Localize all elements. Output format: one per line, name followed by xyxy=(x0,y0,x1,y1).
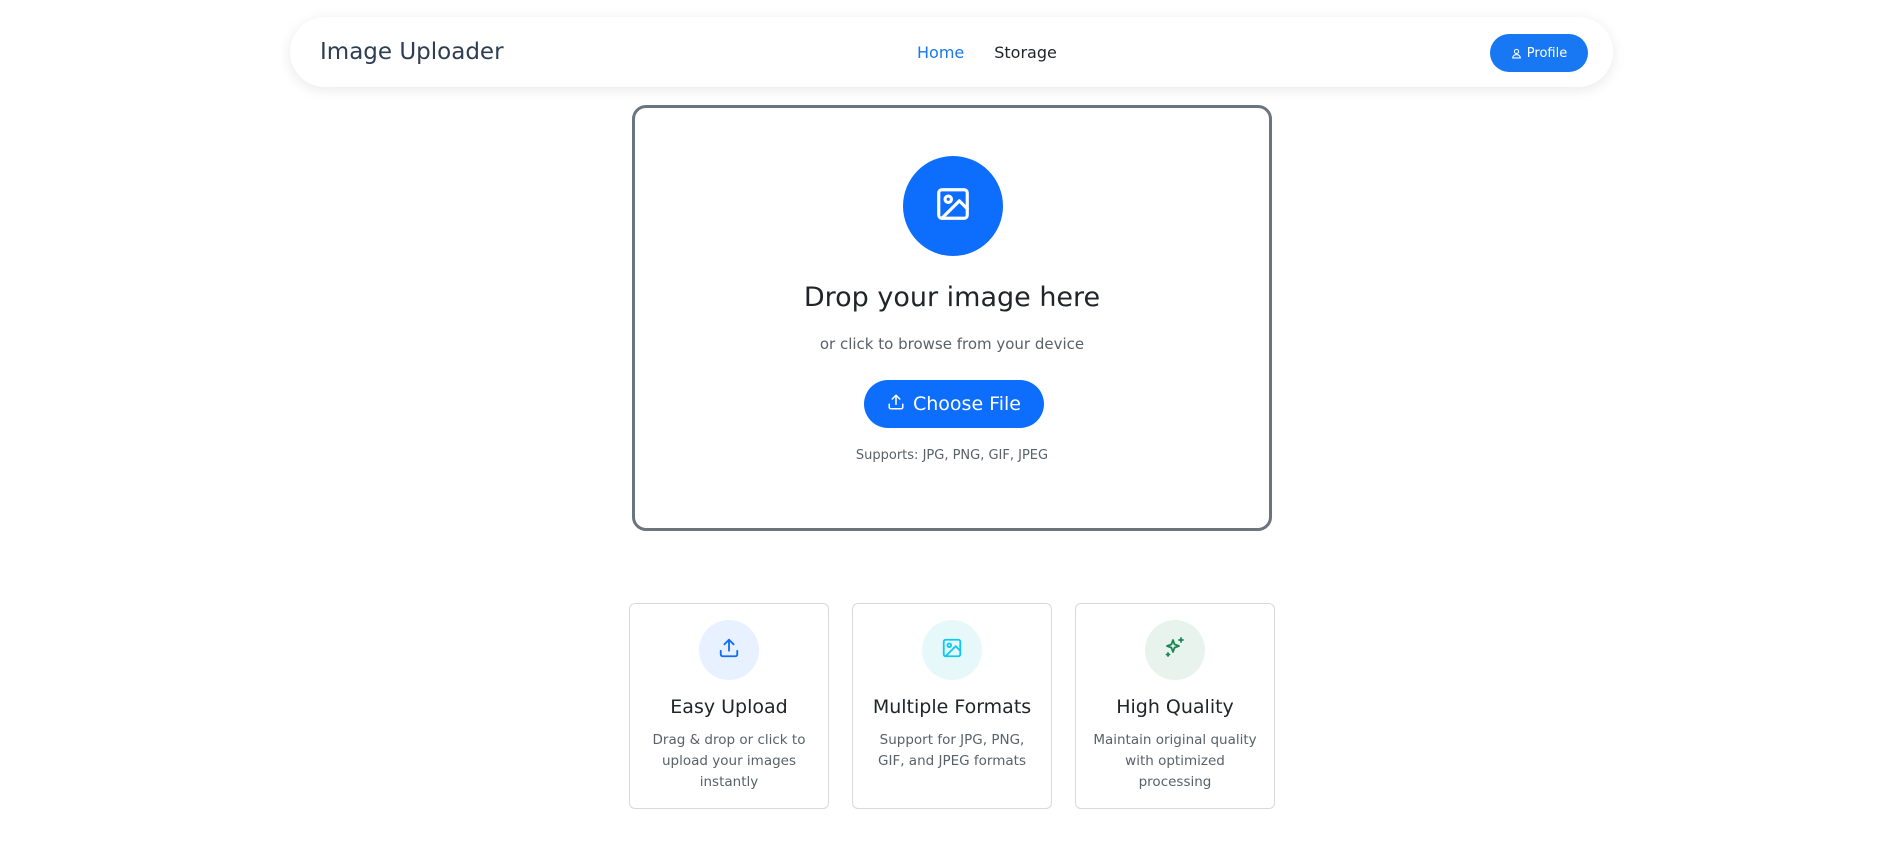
sparkles-icon xyxy=(1163,636,1187,664)
feature-icon-circle xyxy=(1145,620,1205,680)
feature-icon-circle xyxy=(922,620,982,680)
feature-description: Support for JPG, PNG, GIF, and JPEG form… xyxy=(878,732,1026,769)
upload-icon xyxy=(887,393,905,416)
supported-formats-text: Supports: JPG, PNG, GIF, JPEG xyxy=(855,448,1049,463)
image-icon xyxy=(934,185,972,227)
nav-link-home[interactable]: Home xyxy=(917,43,964,62)
dropzone-title: Drop your image here xyxy=(803,282,1101,313)
feature-title: Multiple Formats xyxy=(872,696,1032,718)
choose-file-label: Choose File xyxy=(913,393,1021,415)
profile-button[interactable]: Profile xyxy=(1490,34,1588,72)
feature-card-high-quality: High Quality Maintain original quality w… xyxy=(1075,603,1275,809)
dropzone-icon-circle xyxy=(903,156,1003,256)
feature-card-easy-upload: Easy Upload Drag & drop or click to uplo… xyxy=(629,603,829,809)
nav-links: Home Storage xyxy=(917,17,1057,87)
nav-link-storage[interactable]: Storage xyxy=(994,43,1057,62)
brand-title[interactable]: Image Uploader xyxy=(320,17,504,87)
feature-card-multiple-formats: Multiple Formats Support for JPG, PNG, G… xyxy=(852,603,1052,809)
upload-dropzone[interactable]: Drop your image here or click to browse … xyxy=(632,105,1272,531)
dropzone-subtitle: or click to browse from your device xyxy=(819,335,1085,353)
user-icon xyxy=(1511,48,1522,59)
feature-title: Easy Upload xyxy=(670,696,788,718)
choose-file-button[interactable]: Choose File xyxy=(864,380,1044,428)
upload-icon xyxy=(718,637,740,663)
navbar: Image Uploader Home Storage Profile xyxy=(290,17,1613,87)
feature-description: Maintain original quality with optimized… xyxy=(1093,732,1257,790)
feature-icon-circle xyxy=(699,620,759,680)
feature-description: Drag & drop or click to upload your imag… xyxy=(652,732,806,790)
image-icon xyxy=(941,637,963,663)
profile-button-label: Profile xyxy=(1526,45,1568,61)
feature-title: High Quality xyxy=(1116,696,1234,718)
